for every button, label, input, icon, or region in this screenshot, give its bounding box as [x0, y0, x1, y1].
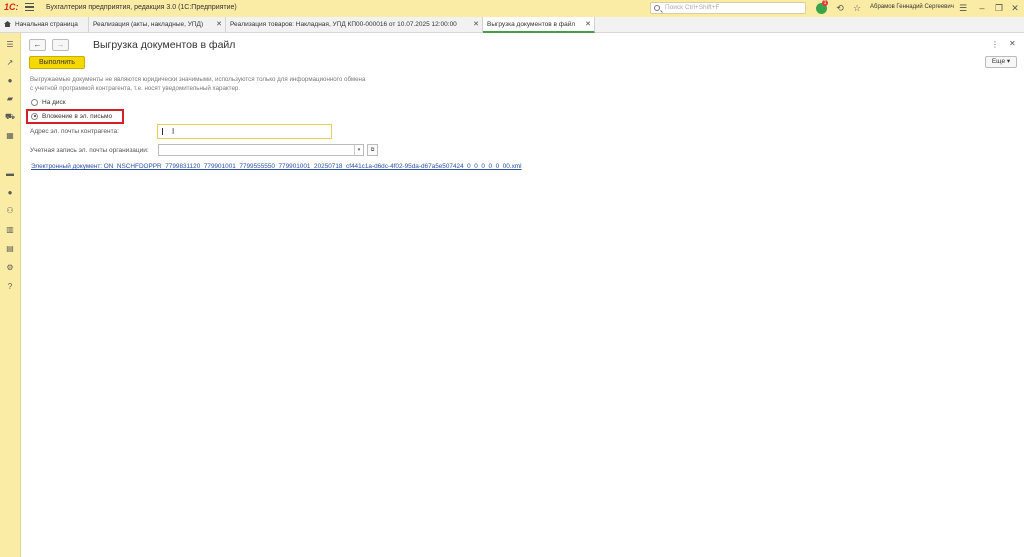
email-label: Адрес эл. почты контрагента: [30, 128, 119, 135]
history-icon[interactable]: ⟲ [834, 2, 846, 14]
global-search-input[interactable]: Поиск Ctrl+Shift+F [650, 2, 806, 14]
radio-disk[interactable]: На диск [31, 97, 66, 107]
radio-circle[interactable] [31, 98, 38, 106]
tab-close-icon[interactable]: ✕ [473, 17, 479, 33]
app-title: Бухгалтерия предприятия, редакция 3.0 (1… [46, 4, 237, 11]
notification-badge: 1 [822, 0, 828, 6]
tab-label: Выгрузка документов в файл [487, 21, 576, 28]
open-account-button[interactable]: ⧉ [367, 144, 378, 156]
form-close-icon[interactable]: ✕ [1009, 39, 1016, 48]
home-icon [4, 21, 11, 27]
sidebar: ☰ ↗ ● ▰ ⛟ ▦ ▬ ● ⚇ ▥ ▤ ⚙ ? [0, 33, 21, 557]
user-name[interactable]: Абрамов Геннадий Сергеевич [870, 4, 954, 10]
text-caret [162, 128, 163, 135]
export-form: ← → Выгрузка документов в файл ⋮ ✕ Выпол… [22, 34, 1024, 557]
title-bar: 1С: Бухгалтерия предприятия, редакция 3.… [0, 0, 1024, 17]
execute-button[interactable]: Выполнить [29, 56, 85, 69]
account-select[interactable]: ▾ [158, 144, 364, 156]
tab-label: Реализация товаров: Накладная, УПД КП00-… [230, 21, 457, 28]
ibeam-cursor-icon: I [172, 127, 175, 136]
trend-icon[interactable]: ↗ [5, 58, 15, 68]
tab-bar: Начальная страница Реализация (акты, нак… [0, 17, 1024, 33]
restore-icon[interactable]: ❐ [993, 2, 1005, 14]
tab-label: Начальная страница [15, 21, 78, 28]
radio-disk-label: На диск [42, 98, 66, 106]
page-title: Выгрузка документов в файл [93, 39, 236, 51]
help-icon[interactable]: ? [5, 282, 15, 292]
search-icon [654, 5, 660, 11]
tab-sales-list[interactable]: Реализация (акты, накладные, УПД) ✕ [89, 17, 226, 33]
tab-close-icon[interactable]: ✕ [585, 17, 591, 31]
close-icon[interactable]: ✕ [1009, 2, 1021, 14]
truck-icon[interactable]: ▬ [5, 169, 15, 179]
chart-icon[interactable]: ▥ [5, 225, 15, 235]
more-actions-icon[interactable]: ⋮ [991, 40, 999, 49]
back-button[interactable]: ← [29, 39, 46, 51]
radio-email-attachment[interactable]: Вложение в эл. письмо [31, 111, 112, 121]
tab-home[interactable]: Начальная страница [0, 17, 89, 33]
email-field[interactable]: I [157, 124, 332, 139]
coin-icon[interactable]: ● [5, 76, 15, 86]
tab-export-documents[interactable]: Выгрузка документов в файл ✕ [483, 17, 595, 33]
file-link[interactable]: Электронный документ: ON_NSCHFDOPPR_7799… [31, 163, 522, 170]
radio-email-label: Вложение в эл. письмо [42, 112, 113, 120]
more-button[interactable]: Еще ▾ [985, 56, 1017, 68]
settings-icon[interactable]: ☰ [957, 2, 969, 14]
cart-icon[interactable]: ⛟ [5, 112, 15, 122]
minimize-icon[interactable]: – [976, 2, 988, 14]
book-icon[interactable]: ▤ [5, 244, 15, 254]
app-logo: 1С: [4, 2, 19, 12]
tab-sales-document[interactable]: Реализация товаров: Накладная, УПД КП00-… [226, 17, 483, 33]
org-icon[interactable]: ⚇ [5, 206, 15, 216]
chevron-down-icon[interactable]: ▾ [354, 145, 363, 155]
menu-icon[interactable]: ☰ [5, 40, 15, 50]
gear-icon[interactable]: ⚙ [5, 263, 15, 273]
star-icon[interactable]: ☆ [851, 2, 863, 14]
tab-close-icon[interactable]: ✕ [216, 17, 222, 33]
tab-label: Реализация (акты, накладные, УПД) [93, 21, 204, 28]
person-icon[interactable]: ● [5, 188, 15, 198]
grid-icon[interactable]: ▦ [5, 131, 15, 141]
account-label: Учетная запись эл. почты организации: [30, 147, 149, 154]
main-menu-icon[interactable] [25, 3, 34, 11]
bag-icon[interactable]: ▰ [5, 94, 15, 104]
more-button-label: Еще [991, 58, 1006, 65]
info-text: Выгружаемые документы не являются юридич… [30, 76, 366, 92]
radio-circle-selected[interactable] [31, 112, 38, 120]
forward-button[interactable]: → [52, 39, 69, 51]
search-placeholder: Поиск Ctrl+Shift+F [665, 4, 720, 11]
